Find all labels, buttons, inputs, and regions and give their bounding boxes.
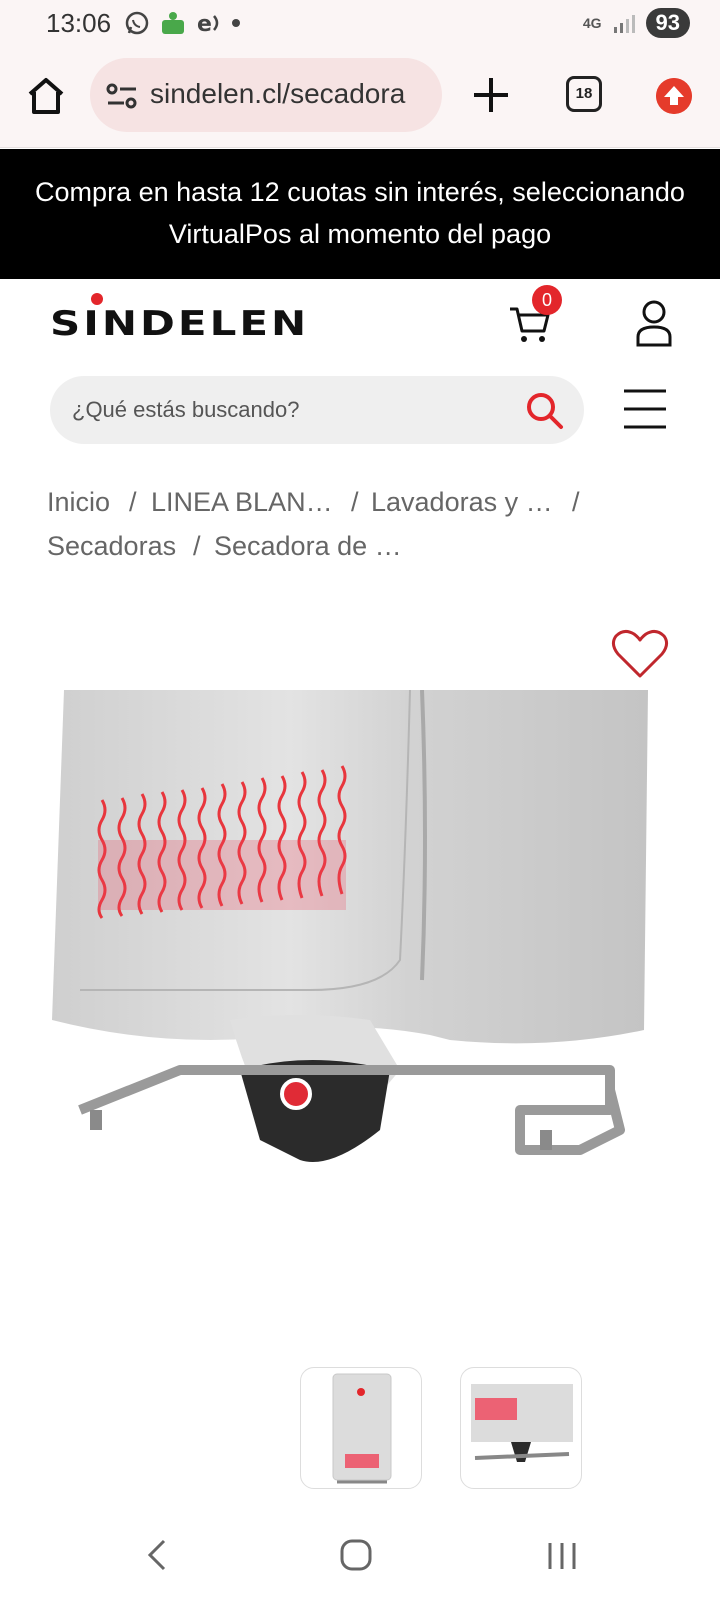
logo-accent-dot	[91, 293, 103, 305]
home-icon[interactable]	[22, 72, 70, 120]
url-text: sindelen.cl/secadora	[150, 78, 406, 109]
user-account-icon[interactable]	[634, 299, 674, 347]
breadcrumb-secadoras[interactable]: Secadoras	[47, 524, 176, 568]
battery-indicator: 93	[645, 8, 690, 38]
sindelen-logo[interactable]: SINDELEN	[50, 304, 309, 343]
svg-text:e: e	[197, 12, 212, 36]
thumbnail-image	[332, 1373, 392, 1484]
breadcrumb-current-product: Secadora de …	[214, 531, 402, 561]
browser-toolbar: sindelen.cl/secadora 18	[0, 48, 720, 148]
cart-count-badge: 0	[532, 285, 562, 315]
breadcrumb-inicio[interactable]: Inicio	[47, 480, 110, 524]
recent-apps-icon[interactable]	[544, 1537, 580, 1573]
breadcrumb-linea-blanca[interactable]: LINEA BLAN…	[151, 480, 333, 524]
system-navigation-bar	[0, 1505, 720, 1600]
browser-notification-icon: e	[197, 12, 219, 36]
promo-banner: Compra en hasta 12 cuotas sin interés, s…	[0, 149, 720, 279]
breadcrumb-lavadoras[interactable]: Lavadoras y …	[371, 480, 553, 524]
promo-line-2: VirtualPos al momento del pago	[168, 219, 552, 249]
home-nav-icon[interactable]	[338, 1537, 374, 1573]
breadcrumb-separator: /	[129, 487, 137, 517]
heart-icon[interactable]	[610, 626, 670, 680]
whatsapp-icon	[125, 11, 149, 35]
more-notifications-dot	[232, 19, 240, 27]
address-bar[interactable]: sindelen.cl/secadora	[90, 58, 442, 132]
breadcrumb-separator: /	[351, 487, 359, 517]
network-type: 4G	[582, 15, 602, 31]
site-settings-icon[interactable]	[106, 80, 138, 112]
product-thumbnail[interactable]	[300, 1367, 422, 1489]
breadcrumb: Inicio / LINEA BLAN… / Lavadoras y … / S…	[47, 480, 687, 568]
new-tab-icon[interactable]	[468, 72, 514, 118]
promo-line-1: Compra en hasta 12 cuotas sin interés, s…	[35, 177, 685, 207]
breadcrumb-separator: /	[193, 531, 201, 561]
signal-icon	[613, 15, 635, 33]
product-main-image[interactable]	[50, 690, 660, 1190]
site-header: SINDELEN 0	[0, 279, 720, 364]
search-icon[interactable]	[524, 390, 564, 430]
search-box	[50, 376, 584, 444]
update-icon[interactable]	[656, 78, 692, 114]
product-thumbnail[interactable]	[460, 1367, 582, 1489]
app-notification-icon	[162, 12, 184, 34]
status-bar: 13:06 e 4G 93	[0, 0, 720, 48]
breadcrumb-separator: /	[572, 487, 580, 517]
tab-switcher-button[interactable]: 18	[566, 76, 602, 112]
hamburger-menu-icon[interactable]	[622, 386, 668, 432]
thumbnail-image	[471, 1384, 573, 1462]
search-input[interactable]	[72, 376, 512, 444]
status-time: 13:06	[46, 8, 112, 38]
back-icon[interactable]	[142, 1537, 172, 1573]
